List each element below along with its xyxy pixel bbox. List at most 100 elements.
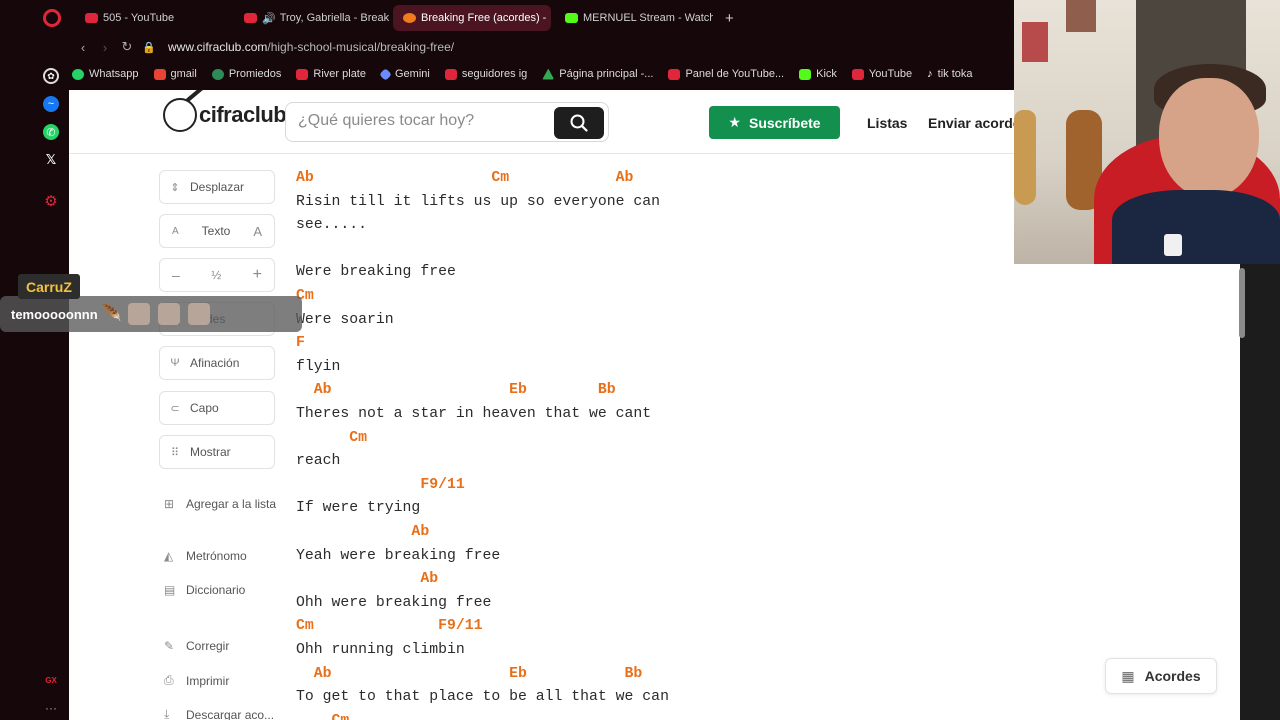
scroll-arrows-icon: ⇕ (170, 181, 180, 194)
forward-icon[interactable]: › (94, 40, 116, 55)
bookmark-label: Promiedos (228, 68, 282, 80)
youtube-favicon-icon (244, 13, 257, 23)
bookmark-whatsapp[interactable]: Whatsapp (72, 68, 139, 80)
bookmark-seguidores-ig[interactable]: seguidores ig (444, 68, 528, 80)
speaker-icon[interactable]: 🔊 (262, 12, 276, 25)
send-chord-link[interactable]: Enviar acorde (928, 115, 1021, 131)
download-link[interactable]: ⤓ Descargar aco... (164, 707, 274, 720)
transpose-up-button[interactable]: + (253, 266, 262, 284)
x-twitter-icon[interactable]: 𝕏 (43, 152, 59, 168)
chord-line[interactable]: Cm F9/11 (296, 616, 482, 636)
increase-text-button[interactable]: A (253, 224, 262, 239)
url-field[interactable]: www.cifraclub.com/high-school-musical/br… (168, 40, 454, 54)
transpose-value: ½ (211, 268, 222, 282)
reload-icon[interactable]: ↻ (116, 39, 138, 55)
search-button[interactable] (554, 107, 604, 139)
settings-gear-icon[interactable]: ⚙ (43, 193, 59, 210)
bookmark-youtube[interactable]: YouTube (851, 68, 912, 80)
browser-tab-bar: 505 - YouTube 🔊 Troy, Gabriella - Break … (0, 0, 1016, 36)
lyric-line: Were breaking free (296, 264, 456, 281)
chat-message: temooooonnn 🪶 (0, 296, 302, 332)
promiedos-icon (211, 68, 224, 80)
chords-floating-button[interactable]: ▦ Acordes (1105, 658, 1217, 694)
chord-line[interactable]: Cm (296, 711, 350, 720)
add-to-list-link[interactable]: ⊞ Agregar a la lista (164, 497, 276, 511)
search-icon (570, 114, 588, 132)
decrease-text-button[interactable]: A (172, 226, 179, 237)
chord-line[interactable]: Ab Cm Ab (296, 168, 633, 188)
chord-line[interactable]: F9/11 (296, 475, 464, 495)
lyric-line: flyin (296, 358, 341, 375)
chord-line[interactable]: Cm (296, 428, 367, 448)
search-input[interactable] (298, 112, 548, 130)
subscribe-button[interactable]: ★ Suscríbete (709, 106, 840, 139)
tuning-tool-button[interactable]: Ψ Afinación (159, 346, 275, 380)
lyric-line: To get to that place to be all that we c… (296, 689, 669, 706)
tab-label: Troy, Gabriella - Break (279, 12, 389, 24)
download-icon: ⤓ (164, 707, 170, 720)
lyric-line: If were trying (296, 500, 421, 517)
more-icon[interactable]: ··· (43, 700, 59, 716)
chatgpt-icon[interactable]: ✿ (43, 68, 59, 84)
bookmark-panel-youtube[interactable]: Panel de YouTube... (668, 68, 784, 80)
dictionary-link[interactable]: ▤ Diccionario (164, 583, 245, 597)
chord-line[interactable]: Ab (296, 569, 438, 589)
messenger-icon[interactable]: ~ (43, 96, 59, 112)
grid-dots-icon: ⠿ (170, 446, 180, 459)
chord-line[interactable]: Ab Eb Bb (296, 380, 616, 400)
show-label: Mostrar (190, 445, 231, 459)
scroll-tool-button[interactable]: ⇕ Desplazar (159, 170, 275, 204)
show-tool-button[interactable]: ⠿ Mostrar (159, 435, 275, 469)
metronome-link[interactable]: ◭ Metrónomo (164, 549, 247, 563)
capo-icon: ⊂ (170, 402, 180, 415)
pencil-icon: ✎ (164, 639, 175, 653)
whatsapp-sidebar-icon[interactable]: ✆ (43, 124, 59, 140)
tab-troy-gabriella[interactable]: 🔊 Troy, Gabriella - Break (234, 5, 389, 31)
youtube-icon (444, 68, 457, 80)
chord-line[interactable]: Ab Eb Bb (296, 664, 643, 684)
streamer-webcam (1014, 0, 1280, 264)
lists-link[interactable]: Listas (867, 115, 907, 131)
transpose-down-button[interactable]: – (172, 267, 180, 283)
page-scrollbar[interactable] (1239, 268, 1245, 338)
tab-breaking-free[interactable]: Breaking Free (acordes) - (393, 5, 551, 31)
tab-mernuel-stream[interactable]: MERNUEL Stream - Watch (555, 5, 713, 31)
bookmark-label: Gemini (394, 68, 430, 80)
bookmark-pagina-principal[interactable]: Página principal -... (542, 68, 653, 80)
gx-icon[interactable]: GX (43, 672, 59, 688)
tab-label: 505 - YouTube (103, 12, 175, 24)
text-label: Texto (201, 224, 231, 238)
add-list-icon: ⊞ (164, 497, 175, 511)
add-list-label: Agregar a la lista (186, 497, 277, 511)
bookmark-tiktok[interactable]: ♪ tik toka (927, 68, 972, 80)
address-bar: ‹ › ↻ 🔒 www.cifraclub.com/high-school-mu… (0, 36, 1016, 58)
bookmark-gemini[interactable]: Gemini (379, 67, 430, 81)
bookmark-label: seguidores ig (461, 68, 528, 80)
chord-line[interactable]: F (296, 333, 305, 353)
url-path: /high-school-musical/breaking-free/ (267, 40, 455, 54)
chat-message-text: temooooonnn (11, 306, 98, 322)
tiktok-icon: ♪ (927, 68, 933, 80)
correct-link[interactable]: ✎ Corregir (164, 639, 229, 653)
tab-youtube-505[interactable]: 505 - YouTube (75, 5, 230, 31)
back-icon[interactable]: ‹ (72, 40, 94, 55)
capo-label: Capo (190, 401, 219, 415)
youtube-icon (851, 68, 864, 80)
lyric-line: Yeah were breaking free (296, 547, 501, 564)
bookmark-label: River plate (313, 68, 366, 80)
gemini-icon (379, 67, 392, 81)
bookmark-label: Panel de YouTube... (685, 68, 785, 80)
bookmark-promiedos[interactable]: Promiedos (211, 68, 282, 80)
cifraclub-favicon-icon (403, 13, 416, 23)
bookmark-gmail[interactable]: gmail (153, 68, 197, 80)
print-link[interactable]: ⎙ Imprimir (164, 673, 229, 688)
capo-tool-button[interactable]: ⊂ Capo (159, 391, 275, 425)
bookmark-kick[interactable]: Kick (799, 68, 837, 80)
cifraclub-logo[interactable]: cifraclub (163, 98, 287, 132)
new-tab-icon[interactable]: + (725, 10, 734, 27)
bookmark-river-plate[interactable]: River plate (296, 68, 366, 80)
chord-line[interactable]: Ab (296, 522, 429, 542)
kick-icon (799, 68, 812, 80)
google-drive-icon (542, 68, 555, 80)
opera-logo-icon[interactable] (43, 9, 61, 27)
